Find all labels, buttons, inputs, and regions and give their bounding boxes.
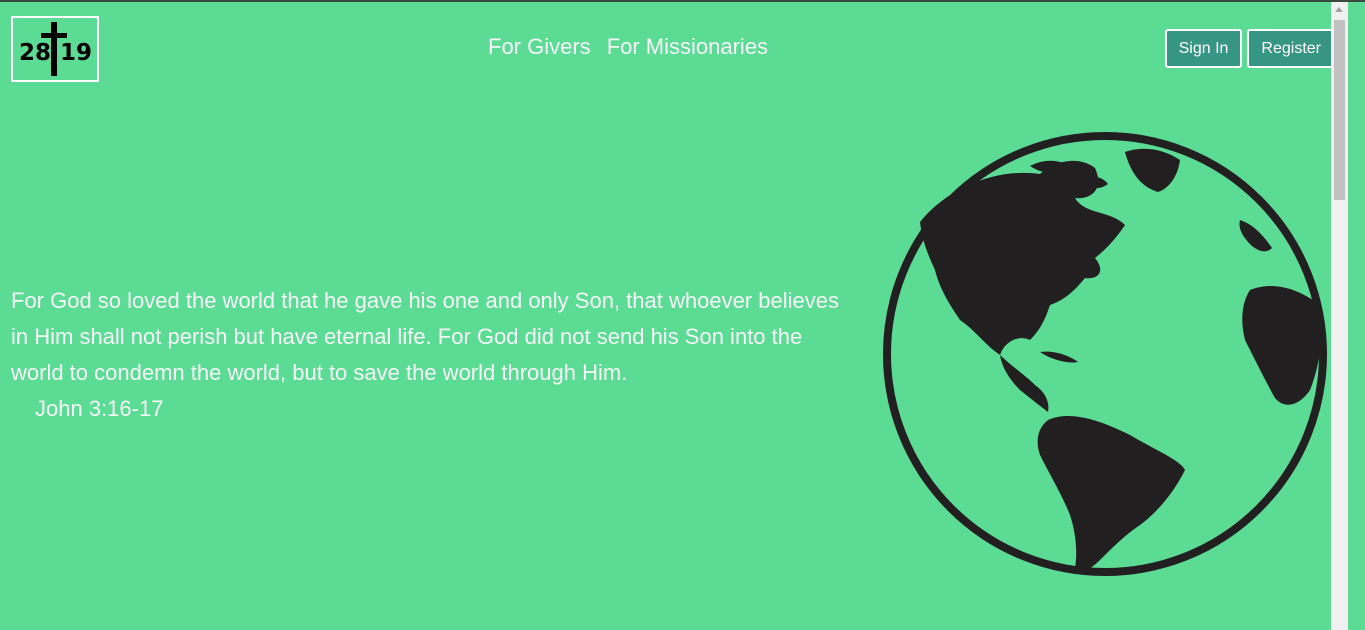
register-button[interactable]: Register: [1247, 29, 1335, 68]
logo[interactable]: 28 19: [11, 16, 99, 82]
auth-buttons: Sign In Register: [1164, 29, 1335, 68]
bible-verse: For God so loved the world that he gave …: [11, 288, 839, 385]
nav-for-givers[interactable]: For Givers: [488, 34, 591, 60]
scroll-thumb[interactable]: [1334, 20, 1345, 200]
cross-logo-icon: 28 19: [19, 22, 92, 76]
main-nav: For Givers For Missionaries: [488, 34, 768, 60]
vertical-scrollbar[interactable]: [1331, 2, 1348, 630]
page: 28 19 For Givers For Missionaries Sign I…: [0, 2, 1348, 630]
globe-icon: [883, 132, 1327, 576]
sign-in-button[interactable]: Sign In: [1164, 29, 1243, 68]
scroll-up-icon[interactable]: [1335, 7, 1343, 12]
logo-text-right: 19: [60, 40, 92, 66]
logo-text-left: 28: [19, 40, 51, 66]
verse-reference: John 3:16-17: [35, 396, 164, 421]
nav-for-missionaries[interactable]: For Missionaries: [607, 34, 768, 60]
